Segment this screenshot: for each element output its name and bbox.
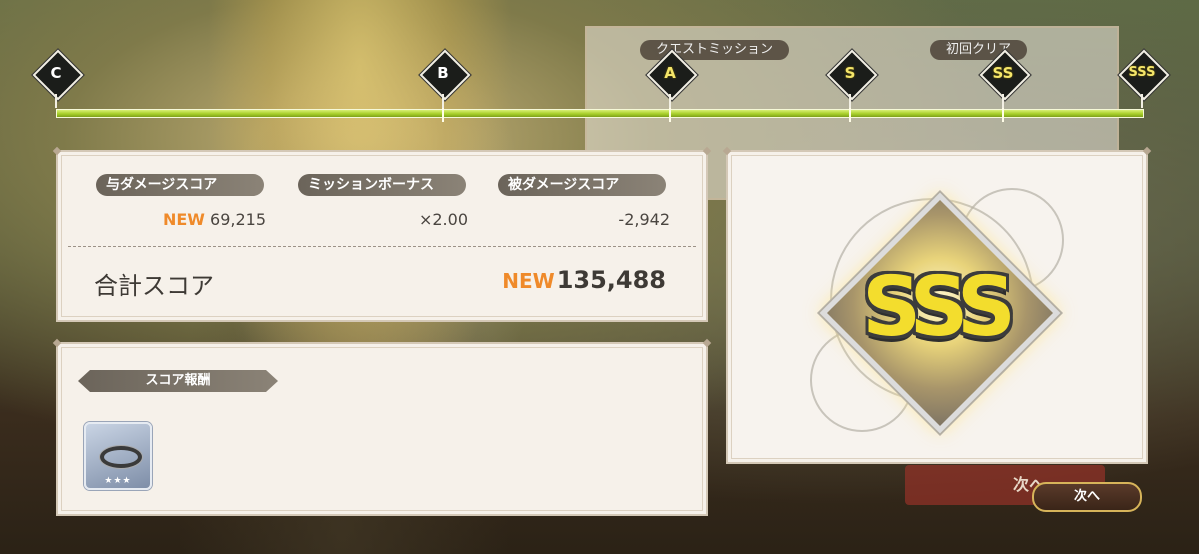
- damage-dealt-label: 与ダメージスコア: [96, 174, 264, 196]
- ring-icon: [100, 446, 142, 468]
- rank-stem: [849, 94, 851, 108]
- rank-marker-a: A: [646, 49, 698, 108]
- rank-marker-ss: SS: [979, 49, 1031, 108]
- rank-label: A: [664, 64, 676, 82]
- damage-dealt-value: NEW 69,215: [154, 210, 266, 229]
- mission-bonus-value: ×2.00: [418, 210, 468, 229]
- next-button[interactable]: 次へ: [1032, 482, 1142, 512]
- reward-item[interactable]: ★★★: [84, 422, 152, 490]
- rank-result-text: SSS: [862, 260, 1016, 355]
- rank-marker-sss: SSS: [1118, 49, 1170, 108]
- rank-progress-bar: [56, 109, 1144, 118]
- score-panel: 与ダメージスコア ミッションボーナス 被ダメージスコア NEW 69,215 ×…: [52, 146, 712, 322]
- mission-bonus-label: ミッションボーナス: [298, 174, 466, 196]
- rank-stem: [1002, 94, 1004, 108]
- score-reward-title: スコア報酬: [78, 370, 278, 392]
- rank-result-panel: SSS: [722, 146, 1152, 464]
- new-badge: NEW: [162, 210, 205, 229]
- item-rarity-stars: ★★★: [104, 476, 132, 486]
- score-divider: [68, 246, 696, 247]
- rank-stem: [442, 94, 444, 108]
- rank-label: SSS: [1128, 65, 1156, 80]
- damage-taken-label: 被ダメージスコア: [498, 174, 666, 196]
- rank-marker-c: C: [32, 49, 84, 108]
- rank-tick: [669, 106, 671, 122]
- rank-marker-b: B: [419, 49, 471, 108]
- total-score-number: 135,488: [556, 266, 666, 294]
- rank-label: S: [844, 64, 856, 82]
- panel-corner-ornament: [52, 146, 62, 156]
- rank-tick: [1002, 106, 1004, 122]
- rank-tick: [442, 106, 444, 122]
- score-reward-panel: スコア報酬 ★★★: [52, 338, 712, 516]
- rank-label: B: [437, 64, 449, 82]
- rank-stem: [55, 94, 57, 108]
- damage-taken-value: -2,942: [618, 210, 670, 229]
- rank-label: SS: [992, 64, 1014, 82]
- rank-stem: [669, 94, 671, 108]
- rank-stem: [1141, 94, 1143, 108]
- rank-label: C: [50, 64, 62, 82]
- damage-dealt-number: 69,215: [210, 210, 266, 229]
- rank-tick: [849, 106, 851, 122]
- new-badge: NEW: [502, 269, 555, 293]
- rank-marker-s: S: [826, 49, 878, 108]
- rank-emblem: SSS: [810, 178, 1064, 438]
- panel-corner-ornament: [52, 338, 62, 348]
- total-score-label: 合計スコア: [94, 272, 214, 300]
- panel-corner-ornament: [1142, 146, 1152, 156]
- total-score-value: NEW135,488: [502, 266, 666, 294]
- panel-corner-ornament: [702, 338, 712, 348]
